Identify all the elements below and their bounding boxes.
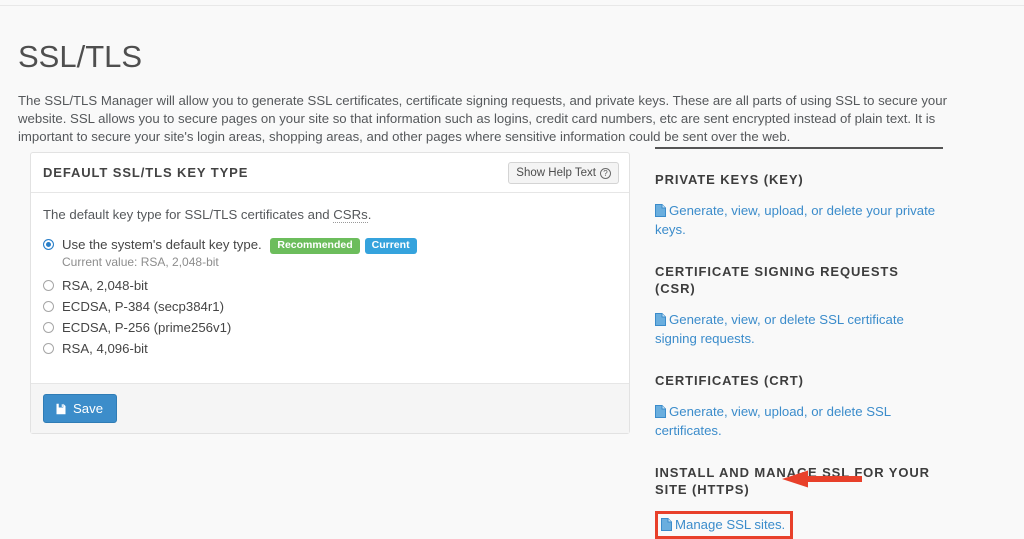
radio-label-rsa-2048: RSA, 2,048-bit	[62, 278, 148, 293]
sidebar-link-csr[interactable]: Generate, view, or delete SSL certificat…	[655, 310, 943, 348]
card-lead-text: The default key type for SSL/TLS certifi…	[43, 207, 617, 223]
card-title: DEFAULT SSL/TLS KEY TYPE	[43, 165, 249, 180]
document-icon	[661, 517, 672, 531]
radio-label-ecdsa-p256: ECDSA, P-256 (prime256v1)	[62, 320, 232, 335]
save-button[interactable]: Save	[43, 394, 118, 423]
key-type-option-list: RSA, 2,048-bit ECDSA, P-384 (secp384r1) …	[43, 277, 617, 357]
annotation-arrow-left	[782, 470, 862, 488]
radio-button-system-default[interactable]	[43, 239, 54, 250]
radio-option-rsa-4096[interactable]: RSA, 4,096-bit	[43, 340, 617, 357]
sidebar-heading-private-keys: PRIVATE KEYS (KEY)	[655, 172, 804, 187]
document-icon	[655, 203, 666, 217]
lead-text-before: The default key type for SSL/TLS certifi…	[43, 207, 334, 222]
sidebar-link-certificates[interactable]: Generate, view, upload, or delete SSL ce…	[655, 402, 943, 440]
card-footer: Save	[31, 383, 629, 433]
lead-text-after: .	[367, 207, 372, 222]
csr-abbreviation[interactable]: CSRs	[333, 207, 368, 223]
sidebar-link-certificates-label: Generate, view, upload, or delete SSL ce…	[655, 404, 891, 438]
page-title: SSL/TLS	[18, 38, 143, 74]
radio-button-ecdsa-p384[interactable]	[43, 301, 54, 312]
floppy-disk-icon	[55, 403, 67, 415]
radio-label-ecdsa-p384: ECDSA, P-384 (secp384r1)	[62, 299, 224, 314]
card-header: DEFAULT SSL/TLS KEY TYPE Show Help Text …	[31, 153, 629, 193]
question-circle-icon: ?	[600, 167, 611, 179]
radio-option-rsa-2048[interactable]: RSA, 2,048-bit	[43, 277, 617, 294]
badge-group: Recommended Current	[270, 238, 417, 254]
badge-recommended: Recommended	[270, 238, 360, 254]
radio-label-system-default: Use the system's default key type. Recom…	[62, 236, 417, 254]
show-help-text-label: Show Help Text	[516, 167, 596, 179]
sidebar-link-private-keys[interactable]: Generate, view, upload, or delete your p…	[655, 201, 943, 239]
badge-current: Current	[364, 238, 417, 254]
radio-option-ecdsa-p384[interactable]: ECDSA, P-384 (secp384r1)	[43, 298, 617, 315]
radio-option-system-default[interactable]: Use the system's default key type. Recom…	[43, 236, 617, 254]
sidebar-heading-csr: CERTIFICATE SIGNING REQUESTS (CSR)	[655, 264, 899, 296]
current-value-text: Current value: RSA, 2,048-bit	[62, 255, 219, 269]
page-intro-text: The SSL/TLS Manager will allow you to ge…	[18, 93, 947, 145]
sidebar-top-divider	[655, 147, 943, 149]
sidebar-link-csr-label: Generate, view, or delete SSL certificat…	[655, 312, 904, 346]
radio-label-rsa-4096: RSA, 4,096-bit	[62, 341, 148, 356]
radio-label-text: Use the system's default key type.	[62, 237, 262, 252]
save-button-label: Save	[73, 401, 104, 416]
sidebar-heading-certificates: CERTIFICATES (CRT)	[655, 373, 804, 388]
radio-button-rsa-2048[interactable]	[43, 280, 54, 291]
radio-option-ecdsa-p256[interactable]: ECDSA, P-256 (prime256v1)	[43, 319, 617, 336]
document-icon	[655, 404, 666, 418]
show-help-text-button[interactable]: Show Help Text ?	[508, 162, 619, 184]
sidebar-link-private-keys-label: Generate, view, upload, or delete your p…	[655, 203, 936, 237]
sidebar-link-manage-ssl-sites-label: Manage SSL sites.	[675, 517, 786, 532]
annotation-highlight-box: Manage SSL sites.	[655, 511, 794, 539]
radio-button-ecdsa-p256[interactable]	[43, 322, 54, 333]
card-body: The default key type for SSL/TLS certifi…	[31, 193, 629, 383]
radio-button-rsa-4096[interactable]	[43, 343, 54, 354]
sidebar-link-manage-ssl-sites[interactable]: Manage SSL sites.	[661, 515, 785, 534]
document-icon	[655, 312, 666, 326]
default-key-type-card: DEFAULT SSL/TLS KEY TYPE Show Help Text …	[30, 152, 630, 434]
top-divider	[0, 5, 1024, 6]
